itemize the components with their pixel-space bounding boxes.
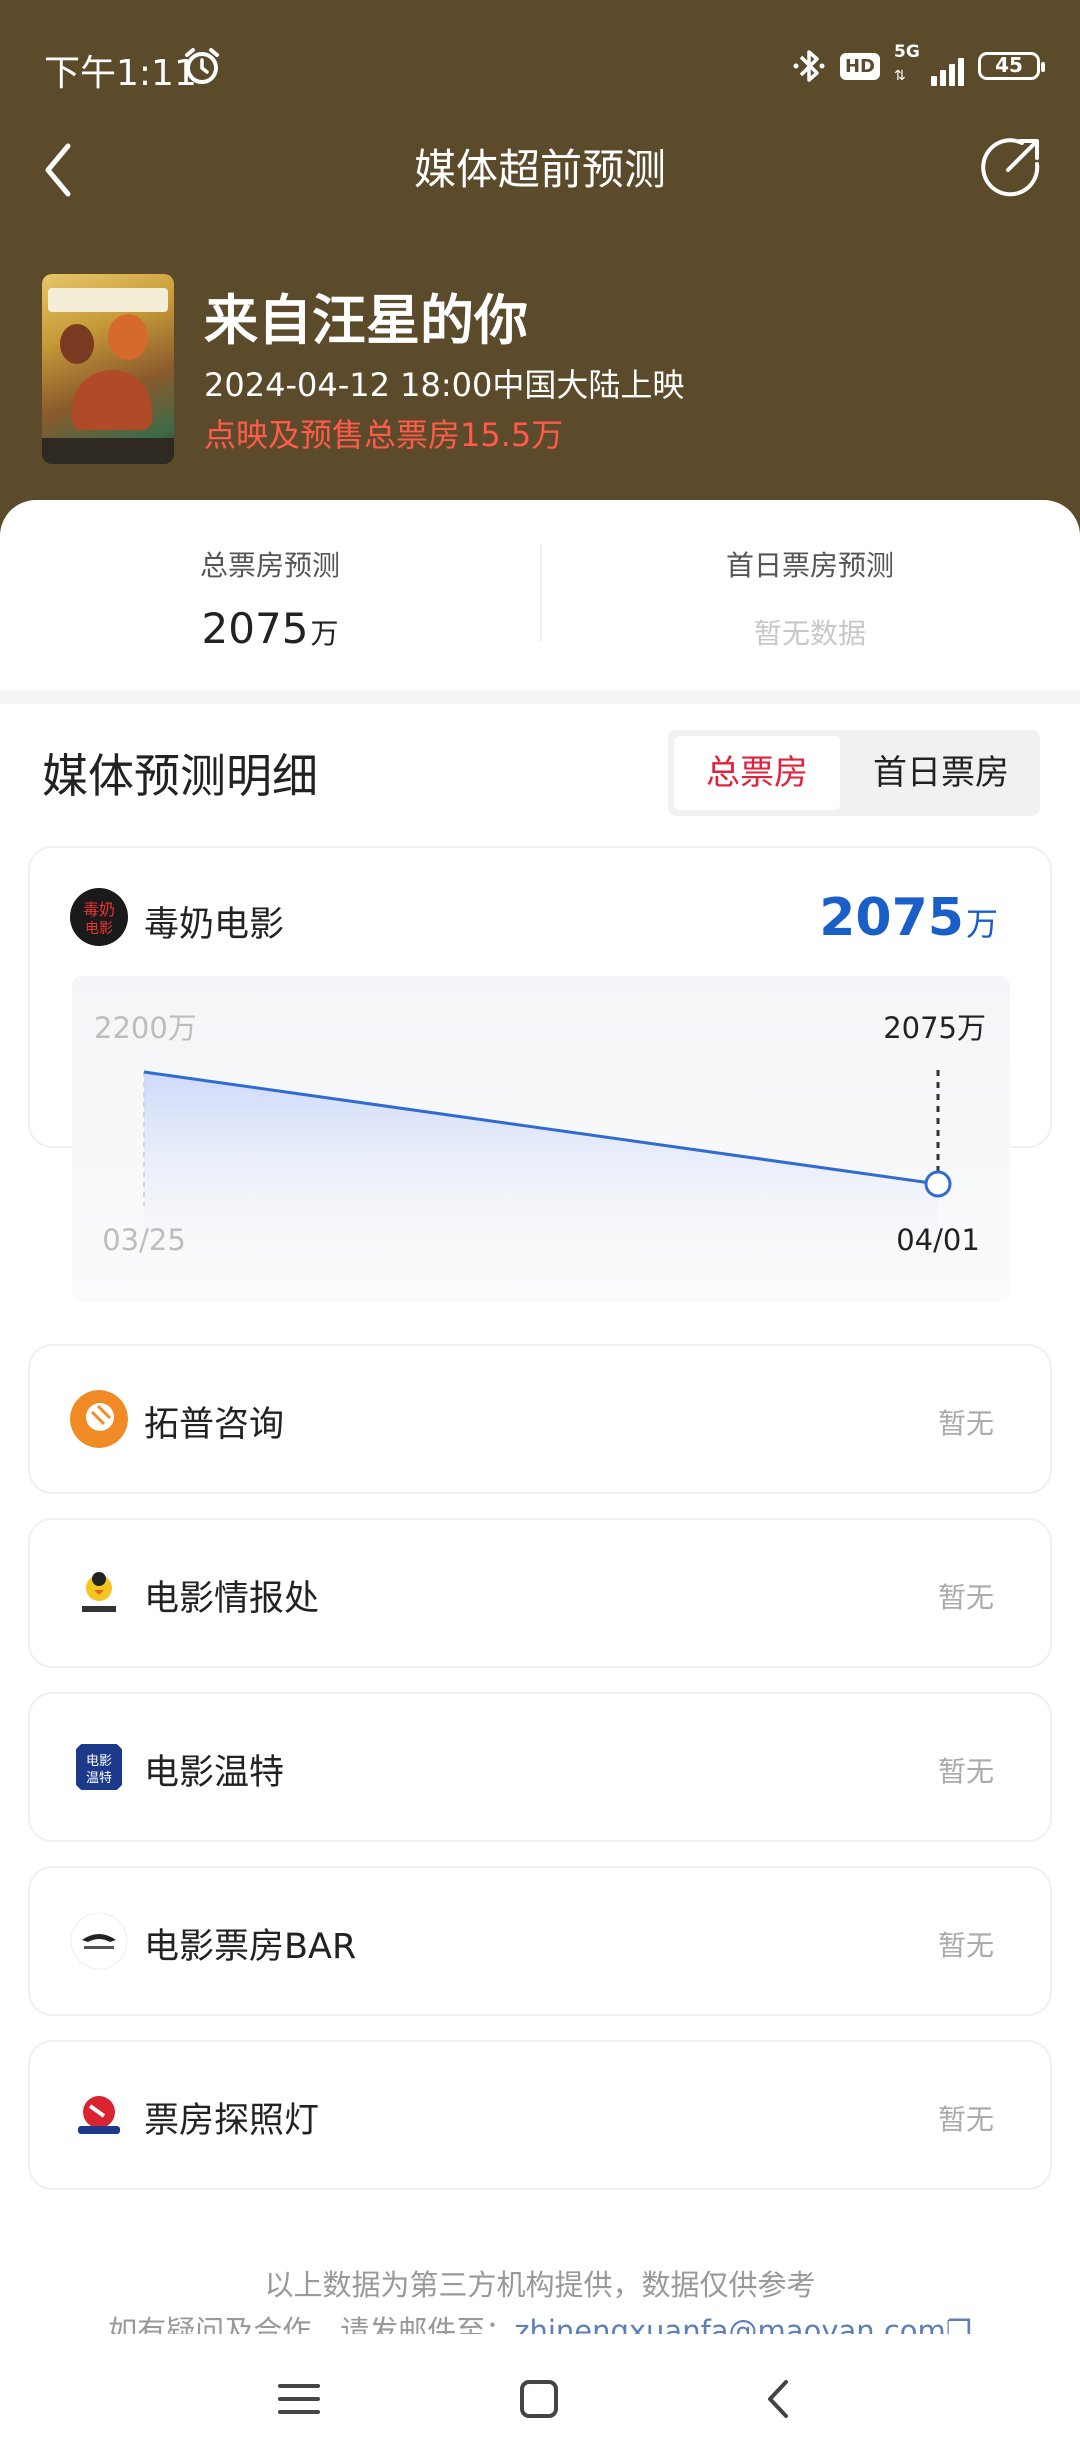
org-name: 电影情报处 (144, 1579, 320, 1619)
battery-icon: 45 (978, 52, 1045, 80)
svg-text:温特: 温特 (86, 1771, 112, 1786)
presale-boxoffice: 点映及预售总票房15.5万 (204, 416, 564, 454)
org-card[interactable]: 电影票房BAR 暂无 (28, 1866, 1052, 2016)
total-forecast: 总票房预测 2075万 (0, 544, 540, 653)
tab-first-day-boxoffice[interactable]: 首日票房 (848, 736, 1034, 810)
org-name: 票房探照灯 (144, 2101, 320, 2141)
total-forecast-label: 总票房预测 (199, 549, 340, 582)
battery-level: 45 (995, 53, 1023, 77)
total-forecast-number: 2075 (201, 604, 309, 653)
org-name: 电影票房BAR (144, 1927, 357, 1967)
forecast-chart: 2200万 2075万 03/25 04/01 (72, 976, 1010, 1302)
org-status: 暂无 (937, 2103, 994, 2136)
summary-card: 总票房预测 2075万 首日票房预测 暂无数据 (0, 500, 1080, 690)
footer-note: 以上数据为第三方机构提供，数据仅供参考 (264, 2268, 816, 2302)
point-value-label: 2075万 (883, 1011, 986, 1045)
data-arrows-icon: ⇅ (894, 68, 906, 84)
first-day-forecast-label: 首日票房预测 (725, 549, 894, 582)
data-point (924, 1170, 952, 1198)
org-status: 暂无 (937, 1407, 994, 1440)
dunai-logo-icon: 毒奶 电影 (70, 888, 128, 946)
svg-text:电影: 电影 (85, 921, 113, 937)
system-nav-bar (0, 2334, 1080, 2460)
org-name: 拓普咨询 (144, 1405, 285, 1445)
status-indicators: HD 5G ⇅ 45 (792, 42, 1045, 88)
org-card[interactable]: 电影情报处 暂无 (28, 1518, 1052, 1668)
section-title: 媒体预测明细 (42, 749, 318, 803)
org-name: 毒奶电影 (144, 905, 285, 945)
nav-bar: 媒体超前预测 (0, 130, 1080, 210)
menu-button[interactable] (274, 2374, 324, 2424)
alarm-icon (185, 48, 219, 84)
network-type: 5G (894, 42, 920, 62)
org-forecast-unit: 万 (965, 905, 998, 943)
header: 下午1:11 HD 5G ⇅ 45 媒体超前预测 来自汪星的你 2024-04-… (0, 0, 1080, 560)
org-forecast-number: 2075 (819, 888, 964, 948)
home-button[interactable] (514, 2374, 564, 2424)
movie-info: 来自汪星的你 2024-04-12 18:00中国大陆上映 点映及预售总票房15… (0, 270, 1080, 470)
forecast-detail-section: 媒体预测明细 总票房 首日票房 毒奶 电影 毒奶电影 2075万 2200万 207… (0, 704, 1080, 2334)
chick-logo-icon (70, 1564, 128, 1622)
system-back-button[interactable] (754, 2374, 804, 2424)
status-time: 下午1:11 (44, 53, 197, 94)
org-card[interactable]: 电影 温特 电影温特 暂无 (28, 1692, 1052, 1842)
hd-badge: HD (839, 52, 880, 80)
share-button[interactable] (978, 134, 1044, 200)
org-card[interactable]: 票房探照灯 暂无 (28, 2040, 1052, 2190)
bar-logo-icon (70, 1912, 128, 1970)
signal-bars-icon (931, 58, 964, 86)
tuopu-logo-icon (70, 1390, 128, 1448)
movie-release-date: 2024-04-12 18:00中国大陆上映 (204, 366, 685, 404)
first-day-forecast: 首日票房预测 暂无数据 (540, 544, 1080, 652)
bluetooth-icon (793, 50, 825, 82)
movie-title: 来自汪星的你 (204, 289, 528, 352)
searchlight-logo-icon (70, 2086, 128, 2144)
total-forecast-value: 2075万 (0, 604, 540, 653)
forecast-line-chart: 2200万 2075万 03/25 04/01 (94, 1011, 986, 1272)
org-name: 电影温特 (144, 1753, 285, 1793)
page-title: 媒体超前预测 (413, 145, 666, 194)
forecast-type-toggle: 总票房 首日票房 (668, 730, 1040, 816)
wente-logo-icon: 电影 温特 (70, 1738, 128, 1796)
total-forecast-unit: 万 (310, 617, 339, 650)
org-status: 暂无 (937, 1581, 994, 1614)
tab-total-boxoffice[interactable]: 总票房 (674, 736, 840, 810)
svg-text:电影: 电影 (86, 1754, 112, 1769)
first-day-forecast-value: 暂无数据 (753, 617, 866, 650)
status-bar: 下午1:11 HD 5G ⇅ 45 (0, 0, 1080, 130)
movie-poster[interactable] (42, 274, 174, 464)
org-card[interactable]: 拓普咨询 暂无 (28, 1344, 1052, 1494)
x-tick-label: 03/25 (102, 1223, 186, 1257)
x-tick-label: 04/01 (896, 1223, 980, 1257)
org-forecast-value: 2075万 (819, 888, 998, 948)
chart-area-fill (144, 1072, 938, 1272)
signal-icon: 5G ⇅ (894, 42, 964, 86)
org-status: 暂无 (937, 1755, 994, 1788)
point-value-label: 2200万 (94, 1011, 197, 1045)
svg-text:毒奶: 毒奶 (83, 900, 115, 919)
org-status: 暂无 (937, 1929, 994, 1962)
